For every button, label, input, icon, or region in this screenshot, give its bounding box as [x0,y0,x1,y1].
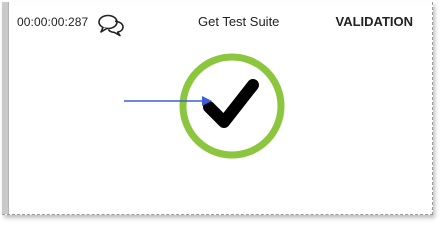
step-status: VALIDATION [335,14,413,29]
test-step-card: 00:00:00:287 Get Test Suite VALIDATION [2,2,433,215]
elapsed-time: 00:00:00:287 [17,15,89,29]
screenshot-frame: 00:00:00:287 Get Test Suite VALIDATION [0,0,440,220]
arrow-right-icon [124,96,212,106]
card-left-edge [2,2,9,214]
step-title: Get Test Suite [198,14,280,29]
chat-bubbles-icon[interactable] [97,13,125,37]
